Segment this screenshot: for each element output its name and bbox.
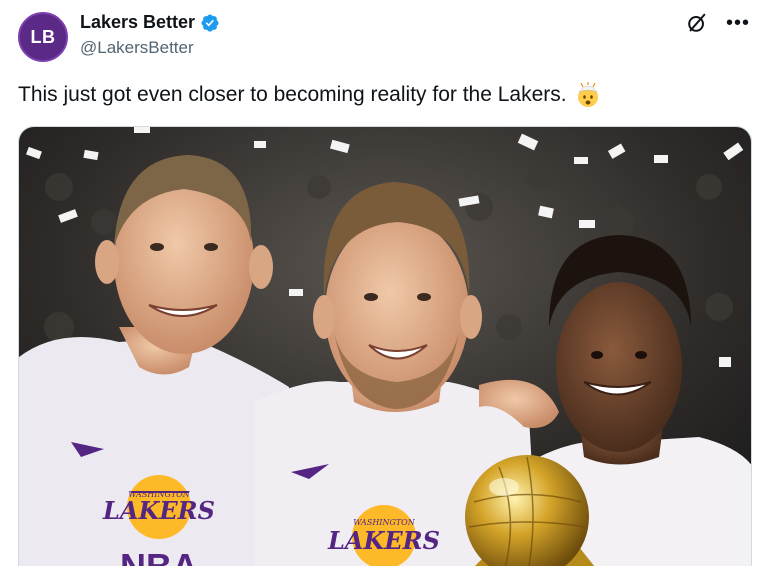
author-avatar[interactable]: LB xyxy=(18,12,68,62)
center-jersey-logo: LAKERS xyxy=(327,526,440,555)
left-jersey-script: WASHINGTON xyxy=(128,490,191,499)
display-name[interactable]: Lakers Better xyxy=(80,12,195,33)
grok-icon[interactable] xyxy=(686,12,708,34)
tweet-media-photo[interactable]: LAKERS WASHINGTON NBA LAKERS WASHINGTON xyxy=(18,126,752,566)
tweet-text: This just got even closer to becoming re… xyxy=(18,83,567,106)
tweet-text-row: This just got even closer to becoming re… xyxy=(18,82,601,108)
avatar-text: LB xyxy=(30,26,56,47)
left-jersey-logo: LAKERS xyxy=(102,496,215,525)
photo-illustration: LAKERS WASHINGTON NBA LAKERS WASHINGTON xyxy=(19,127,751,566)
author-handle[interactable]: @LakersBetter xyxy=(80,38,194,58)
top-actions: ••• xyxy=(686,12,750,34)
left-jersey-extra: NBA xyxy=(120,546,198,566)
center-jersey-script: WASHINGTON xyxy=(353,518,416,527)
author-name-row: Lakers Better xyxy=(80,12,220,33)
verified-badge-icon xyxy=(201,13,219,32)
exploding-head-emoji-icon xyxy=(577,82,598,107)
more-options-icon[interactable]: ••• xyxy=(726,13,750,33)
